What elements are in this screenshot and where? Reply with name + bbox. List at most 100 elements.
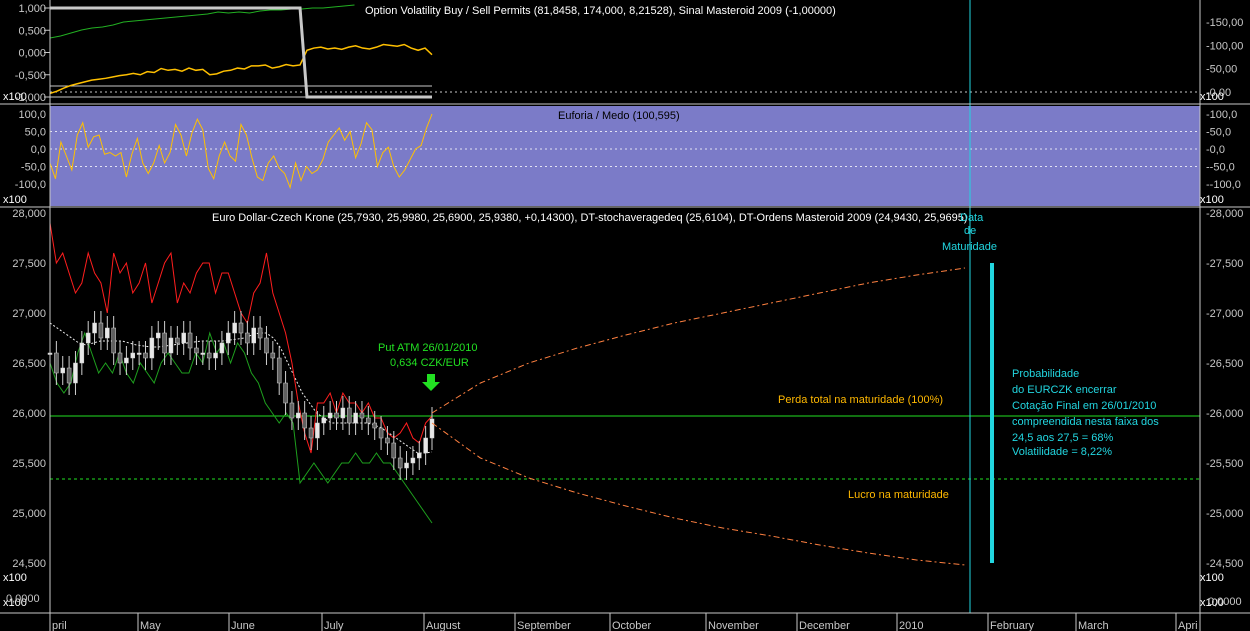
panel1-series bbox=[49, 4, 433, 99]
candle-body bbox=[168, 337, 174, 354]
panel1-left-tick: 0,500 bbox=[18, 25, 46, 37]
panel1-series-1 bbox=[50, 6, 432, 99]
panel2-right-tick: -50,0 bbox=[1206, 127, 1231, 139]
candle-body bbox=[410, 457, 416, 464]
candle-body bbox=[340, 407, 346, 419]
panel3-left-tick: 25,500 bbox=[12, 458, 46, 470]
x-tick-label: November bbox=[708, 620, 759, 631]
down-arrow-icon bbox=[422, 374, 440, 391]
candle-body bbox=[143, 352, 148, 359]
candle-body bbox=[60, 367, 65, 374]
panel3-right-tick: -25,000 bbox=[1206, 508, 1243, 520]
candle-body bbox=[162, 332, 167, 354]
projection-6 bbox=[431, 267, 966, 414]
candle-body bbox=[315, 422, 320, 439]
x-tick-label: September bbox=[517, 620, 571, 631]
panel3-left-tick: 25,000 bbox=[12, 508, 46, 520]
panel1-green-line bbox=[49, 4, 355, 39]
panel3-title: Euro Dollar-Czech Krone (25,7930, 25,998… bbox=[212, 212, 968, 224]
probability-line5: 24,5 aos 27,5 = 68% bbox=[1012, 432, 1113, 444]
panel-price: Euro Dollar-Czech Krone (25,7930, 25,998… bbox=[3, 0, 1243, 613]
candle-body bbox=[245, 332, 250, 344]
x-tick-label: March bbox=[1078, 620, 1109, 631]
put-label-line2: 0,634 CZK/EUR bbox=[390, 357, 469, 369]
candle-body bbox=[226, 332, 231, 344]
candle-body bbox=[276, 357, 282, 384]
panel1-scale-tag: x100 bbox=[3, 91, 27, 103]
panel1-left-axis: 1,0000,5000,000-0,500-1,000 bbox=[15, 3, 50, 104]
panel3-left-tick: 26,500 bbox=[12, 358, 46, 370]
probability-line1: Probabilidade bbox=[1012, 368, 1079, 380]
probability-line6: Volatilidade = 8,22% bbox=[1012, 446, 1112, 458]
candle-body bbox=[117, 352, 123, 364]
x-tick-label: February bbox=[990, 620, 1035, 631]
candle-body bbox=[289, 402, 295, 419]
candle-body bbox=[397, 457, 403, 469]
candle-body bbox=[181, 332, 186, 344]
candle-body bbox=[366, 417, 371, 424]
panel2-title: Euforia / Medo (100,595) bbox=[558, 110, 680, 122]
candle-body bbox=[206, 352, 212, 359]
panel2-right-tick: -0,0 bbox=[1206, 144, 1225, 156]
candle-body bbox=[98, 322, 104, 339]
panel2-right-tick: --50,0 bbox=[1206, 162, 1235, 174]
candle-body bbox=[359, 412, 365, 419]
panel2-right-tick: --100,0 bbox=[1206, 179, 1241, 191]
x-tick-label: 2010 bbox=[899, 620, 923, 631]
candle-body bbox=[251, 327, 256, 344]
candle-body bbox=[66, 367, 72, 384]
candle-body bbox=[334, 412, 339, 419]
panel3-bottom-tick-right: 0,0000 bbox=[1208, 596, 1242, 608]
x-tick-label: July bbox=[324, 620, 344, 631]
candle-body bbox=[283, 382, 288, 404]
panel2-scale-tag: x100 bbox=[3, 194, 27, 206]
panel3-left-tick: 28,000 bbox=[12, 208, 46, 220]
candle-body bbox=[404, 462, 409, 469]
candle-body bbox=[423, 437, 428, 454]
panel1-left-tick: -0,500 bbox=[15, 70, 46, 82]
candle-body bbox=[111, 327, 116, 354]
candle-body bbox=[136, 352, 142, 355]
panel3-scale-tag: x100 bbox=[3, 572, 27, 584]
candle-body bbox=[391, 442, 397, 459]
candle-body bbox=[194, 347, 199, 354]
candle-body bbox=[130, 352, 136, 359]
candle-body bbox=[308, 427, 314, 439]
candle-body bbox=[417, 452, 422, 459]
expiry-label-line3: Maturidade bbox=[942, 241, 997, 253]
panel1-scale-tag-right: x100 bbox=[1200, 91, 1224, 103]
x-tick-label: Apri bbox=[1178, 620, 1198, 631]
candle-body bbox=[73, 362, 78, 384]
expiry-label-line2: de bbox=[964, 225, 976, 237]
candle-body bbox=[257, 327, 263, 339]
panel2-right-tick: -100,0 bbox=[1206, 109, 1237, 121]
candle-body bbox=[219, 342, 225, 354]
candle-body bbox=[232, 322, 237, 334]
panel3-left-tick: 24,500 bbox=[12, 558, 46, 570]
candle-body bbox=[200, 352, 206, 355]
panel1-left-tick: 1,000 bbox=[18, 3, 46, 15]
panel2-scale-tag-right: x100 bbox=[1200, 194, 1224, 206]
candle-body bbox=[85, 332, 91, 344]
candle-body bbox=[238, 322, 244, 334]
panel1-right-axis: -150,00-100,00-50,00-0,00 bbox=[50, 17, 1243, 99]
candle-body bbox=[54, 352, 59, 374]
probability-line2: do EURCZK encerrar bbox=[1012, 384, 1117, 396]
candle-body bbox=[187, 332, 193, 349]
candle-body bbox=[372, 422, 377, 429]
candle-body bbox=[321, 417, 327, 424]
probability-line4: compreendida nesta faixa dos bbox=[1012, 416, 1159, 428]
panel2-left-tick: 0,0 bbox=[31, 144, 46, 156]
panel2-left-tick: 100,0 bbox=[18, 109, 46, 121]
candle-body bbox=[296, 412, 301, 419]
panel3-left-tick: 27,000 bbox=[12, 308, 46, 320]
panel-euforia: Euforia / Medo (100,595) 100,0 -100,0 50,0… bbox=[3, 106, 1241, 206]
loss-label: Perda total na maturidade (100%) bbox=[778, 394, 943, 406]
x-tick-label: December bbox=[799, 620, 850, 631]
panel3-right-tick: -26,000 bbox=[1206, 408, 1243, 420]
panel2-left-tick: -100,0 bbox=[15, 179, 46, 191]
x-tick-label: August bbox=[426, 620, 460, 631]
candle-body bbox=[92, 322, 97, 334]
panel3-right-tick: -28,000 bbox=[1206, 208, 1243, 220]
panel1-right-tick: -50,00 bbox=[1206, 64, 1237, 76]
